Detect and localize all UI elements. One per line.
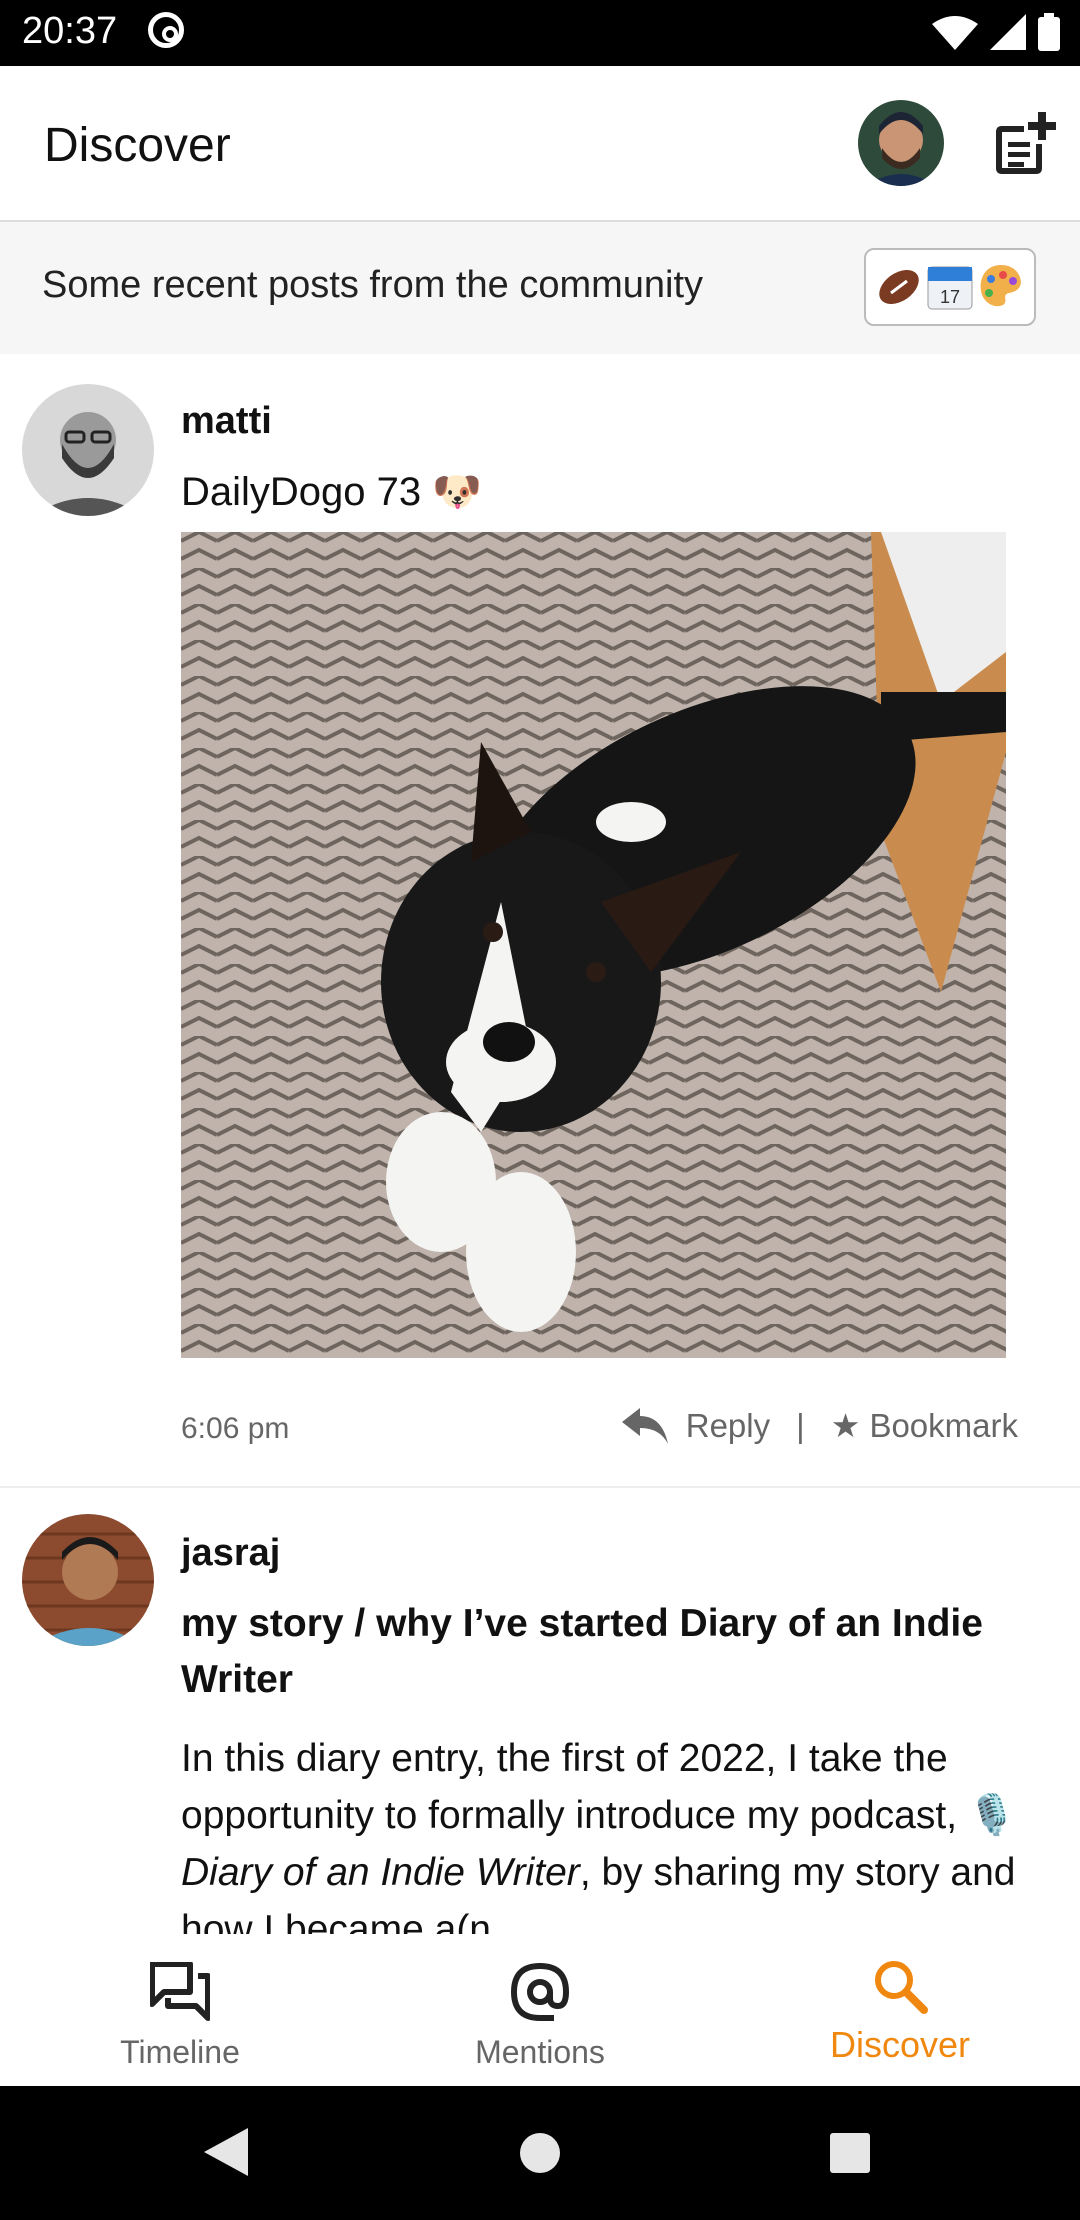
bookmark-button[interactable]: ★ Bookmark — [831, 1406, 1018, 1445]
topics-button[interactable]: 17 — [864, 248, 1036, 326]
post-body-italic: Diary of an Indie Writer — [181, 1851, 580, 1894]
calendar-icon: 17 — [927, 266, 973, 310]
post-photo[interactable] — [181, 532, 1006, 1358]
profile-avatar-image — [858, 100, 944, 186]
post-timestamp[interactable]: 6:06 pm — [181, 1412, 289, 1446]
app-bar: Discover — [0, 66, 1080, 222]
nav-timeline[interactable]: Timeline — [0, 1934, 360, 2086]
avatar-image — [22, 1514, 154, 1646]
avatar[interactable] — [22, 384, 154, 516]
bottom-navigation: Timeline Mentions Discover — [0, 1934, 1080, 2086]
reply-button[interactable]: Reply — [686, 1407, 770, 1445]
post-actions: Reply | ★ Bookmark — [621, 1406, 1018, 1445]
forum-icon — [150, 1962, 210, 2021]
back-icon[interactable] — [204, 2128, 248, 2176]
post-title[interactable]: my story / why I’ve started Diary of an … — [181, 1596, 1021, 1708]
compose-post-icon[interactable] — [996, 112, 1056, 174]
page-title: Discover — [44, 119, 231, 172]
palette-icon — [980, 265, 1021, 307]
profile-avatar[interactable] — [858, 100, 944, 186]
post-text: DailyDogo 73 🐶 — [181, 470, 483, 514]
at-sign-status-icon — [148, 12, 184, 48]
avatar-image — [22, 384, 154, 516]
nav-discover[interactable]: Discover — [720, 1934, 1080, 2086]
reply-icon[interactable] — [621, 1407, 668, 1444]
home-icon[interactable] — [519, 2132, 561, 2174]
svg-text:17: 17 — [940, 287, 960, 307]
post-username[interactable]: matti — [181, 400, 272, 443]
recents-icon[interactable] — [829, 2132, 871, 2174]
nav-mentions[interactable]: Mentions — [360, 1934, 720, 2086]
status-icons — [932, 12, 1060, 52]
dog-photo — [181, 532, 1006, 1358]
at-icon — [510, 1962, 570, 2021]
post-body-text: In this diary entry, the first of 2022, … — [181, 1737, 1017, 1837]
post-body: In this diary entry, the first of 2022, … — [181, 1730, 1021, 1936]
actions-separator: | — [796, 1406, 805, 1444]
post-divider — [0, 1486, 1080, 1488]
status-time: 20:37 — [22, 10, 118, 52]
wifi-icon — [932, 16, 978, 50]
system-navigation-bar — [0, 2086, 1080, 2220]
battery-icon — [1038, 13, 1060, 51]
nav-label: Timeline — [120, 2034, 240, 2070]
football-icon — [879, 269, 919, 305]
community-banner: Some recent posts from the community 17 — [0, 222, 1080, 354]
status-bar: 20:37 — [0, 0, 1080, 66]
signal-icon — [990, 14, 1026, 50]
nav-label: Discover — [829, 2024, 971, 2065]
banner-text: Some recent posts from the community — [42, 264, 704, 306]
search-icon — [875, 1961, 928, 2014]
nav-label: Mentions — [475, 2034, 605, 2070]
post-username[interactable]: jasraj — [181, 1532, 280, 1575]
avatar[interactable] — [22, 1514, 154, 1646]
